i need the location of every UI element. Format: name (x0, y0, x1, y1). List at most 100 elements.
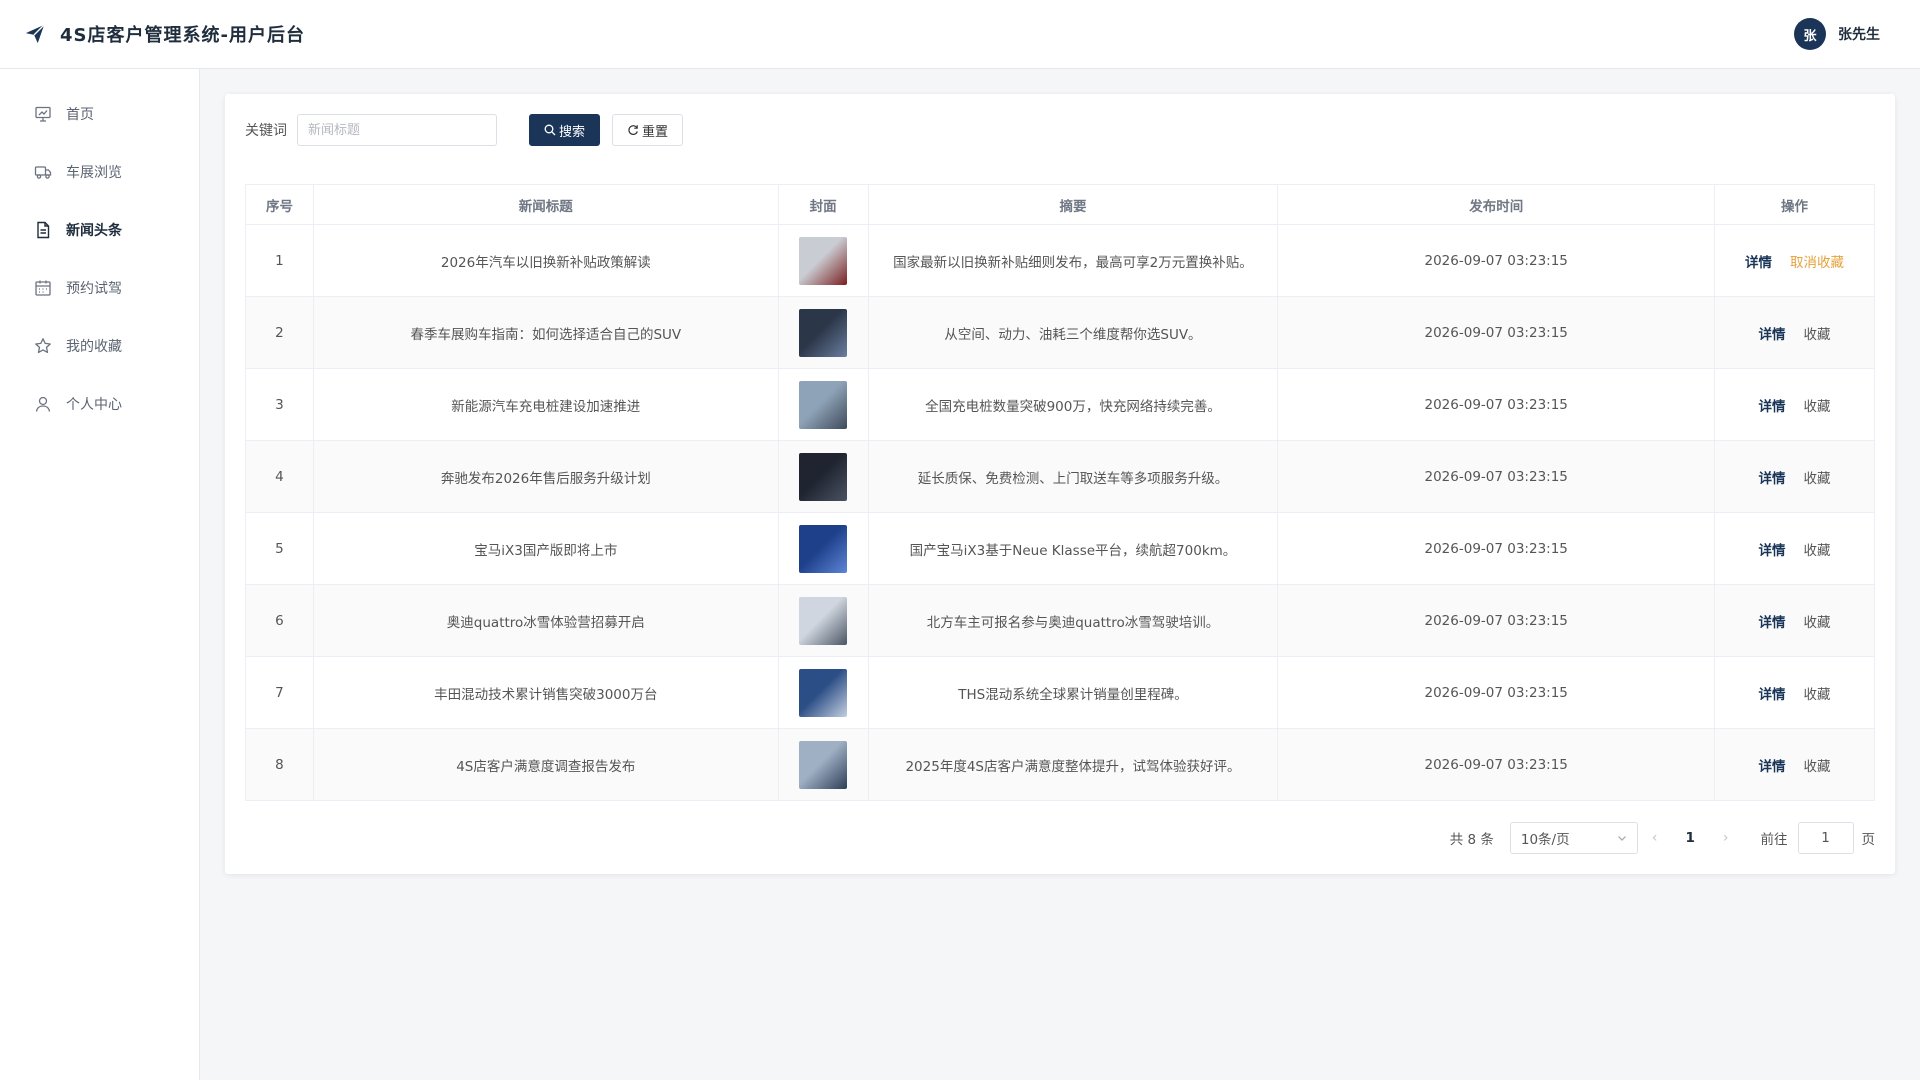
user-icon (34, 395, 52, 413)
sidebar-item-test-drive[interactable]: 预约试驾 (0, 259, 199, 317)
cell-title: 4S店客户满意度调查报告发布 (312, 728, 779, 801)
table-header-row: 序号 新闻标题 封面 摘要 发布时间 操作 (245, 184, 1875, 225)
search-button[interactable]: 搜索 (529, 114, 601, 146)
page-size-value: 10条/页 (1520, 832, 1570, 848)
sidebar-item-label: 车展浏览 (66, 165, 122, 181)
column-header-actions: 操作 (1714, 184, 1875, 225)
cell-index: 2 (245, 296, 314, 369)
page-size-select[interactable]: 10条/页 (1509, 822, 1638, 854)
user-name[interactable]: 张先生 (1838, 24, 1880, 44)
cell-time: 2026-09-07 03:23:15 (1277, 224, 1716, 297)
cell-cover (777, 656, 869, 729)
news-cover-image (799, 308, 848, 357)
sidebar-item-home[interactable]: 首页 (0, 85, 199, 143)
cell-cover (777, 440, 869, 513)
column-header-summary: 摘要 (867, 184, 1279, 225)
news-cover-image (799, 740, 848, 789)
cell-cover (777, 368, 869, 441)
avatar[interactable]: 张 (1794, 18, 1826, 50)
sidebar-item-label: 个人中心 (66, 397, 122, 413)
cell-actions: 详情 收藏 (1714, 512, 1875, 585)
pagination: 共 8 条 10条/页 ‹ 1 › 前往 页 (1450, 822, 1875, 854)
sidebar-item-label: 预约试驾 (66, 281, 122, 297)
cell-summary: 国产宝马iX3基于Neue Klasse平台，续航超700km。 (867, 512, 1279, 585)
cell-actions: 详情 收藏 (1714, 656, 1875, 729)
detail-link[interactable]: 详情 (1759, 615, 1786, 631)
detail-link[interactable]: 详情 (1759, 687, 1786, 703)
cell-title: 丰田混动技术累计销售突破3000万台 (312, 656, 779, 729)
page-number-current[interactable]: 1 (1685, 830, 1694, 846)
news-cover-image (799, 236, 848, 285)
keyword-input[interactable] (297, 114, 497, 146)
cell-time: 2026-09-07 03:23:15 (1277, 368, 1716, 441)
favorite-link[interactable]: 收藏 (1804, 543, 1831, 559)
cell-actions: 详情 收藏 (1714, 728, 1875, 801)
detail-link[interactable]: 详情 (1759, 327, 1786, 343)
brand: 4S店客户管理系统-用户后台 (24, 21, 305, 47)
sidebar-item-car-show[interactable]: 车展浏览 (0, 143, 199, 201)
prev-page-icon[interactable]: ‹ (1652, 830, 1658, 846)
cell-title: 奥迪quattro冰雪体验营招募开启 (312, 584, 779, 657)
cell-time: 2026-09-07 03:23:15 (1277, 584, 1716, 657)
news-cover-image (799, 452, 848, 501)
reset-button[interactable]: 重置 (612, 114, 684, 146)
reset-button-label: 重置 (642, 124, 669, 140)
cell-summary: 2025年度4S店客户满意度整体提升，试驾体验获好评。 (867, 728, 1279, 801)
sidebar-item-profile[interactable]: 个人中心 (0, 375, 199, 433)
cell-actions: 详情 收藏 (1714, 440, 1875, 513)
favorite-link[interactable]: 收藏 (1804, 687, 1831, 703)
sidebar-item-news[interactable]: 新闻头条 (0, 201, 199, 259)
cell-cover (777, 224, 869, 297)
unfavorite-link[interactable]: 取消收藏 (1790, 255, 1844, 271)
news-cover-image (799, 524, 848, 573)
table-row: 5 宝马iX3国产版即将上市 国产宝马iX3基于Neue Klasse平台，续航超7… (245, 512, 1875, 585)
sidebar: 首页 车展浏览 新闻头条 预约试驾 我的收藏 个人中心 (0, 69, 200, 1080)
table-row: 4 奔驰发布2026年售后服务升级计划 延长质保、免费检测、上门取送车等多项服务升级… (245, 440, 1875, 513)
detail-link[interactable]: 详情 (1759, 543, 1786, 559)
cell-cover (777, 512, 869, 585)
favorite-link[interactable]: 收藏 (1804, 615, 1831, 631)
cell-time: 2026-09-07 03:23:15 (1277, 512, 1716, 585)
star-icon (34, 337, 52, 355)
goto-suffix: 页 (1861, 832, 1876, 848)
cell-summary: 北方车主可报名参与奥迪quattro冰雪驾驶培训。 (867, 584, 1279, 657)
document-icon (34, 221, 52, 239)
cell-title: 2026年汽车以旧换新补贴政策解读 (312, 224, 779, 297)
sidebar-item-label: 我的收藏 (66, 339, 122, 355)
cell-summary: 从空间、动力、油耗三个维度帮你选SUV。 (867, 296, 1279, 369)
column-header-time: 发布时间 (1277, 184, 1716, 225)
goto-page-input[interactable] (1797, 822, 1854, 854)
news-table: 序号 新闻标题 封面 摘要 发布时间 操作 1 2026年汽车以旧换新补贴政策解读… (245, 184, 1875, 801)
user-menu[interactable]: 张 张先生 (1794, 18, 1880, 50)
detail-link[interactable]: 详情 (1745, 255, 1772, 271)
cell-time: 2026-09-07 03:23:15 (1277, 656, 1716, 729)
goto-label: 前往 (1760, 832, 1788, 848)
cell-index: 8 (245, 728, 314, 801)
refresh-icon (627, 124, 639, 136)
news-cover-image (799, 380, 848, 429)
favorite-link[interactable]: 收藏 (1804, 399, 1831, 415)
table-row: 3 新能源汽车充电桩建设加速推进 全国充电桩数量突破900万，快充网络持续完善。 20… (245, 368, 1875, 441)
cell-time: 2026-09-07 03:23:15 (1277, 296, 1716, 369)
detail-link[interactable]: 详情 (1759, 759, 1786, 775)
favorite-link[interactable]: 收藏 (1804, 759, 1831, 775)
favorite-link[interactable]: 收藏 (1804, 471, 1831, 487)
app-title: 4S店客户管理系统-用户后台 (60, 25, 305, 46)
table-row: 1 2026年汽车以旧换新补贴政策解读 国家最新以旧换新补贴细则发布，最高可享2万元… (245, 224, 1875, 297)
chevron-down-icon (1617, 833, 1627, 843)
cell-time: 2026-09-07 03:23:15 (1277, 728, 1716, 801)
news-card: 关键词 搜索 重置 序号 新闻标题 封面 摘要 发布时间 操作 12 (225, 94, 1895, 874)
next-page-icon[interactable]: › (1723, 830, 1729, 846)
sidebar-item-favorites[interactable]: 我的收藏 (0, 317, 199, 375)
detail-link[interactable]: 详情 (1759, 399, 1786, 415)
cell-actions: 详情 收藏 (1714, 584, 1875, 657)
cell-title: 奔驰发布2026年售后服务升级计划 (312, 440, 779, 513)
cell-index: 6 (245, 584, 314, 657)
column-header-cover: 封面 (777, 184, 869, 225)
detail-link[interactable]: 详情 (1759, 471, 1786, 487)
cell-index: 7 (245, 656, 314, 729)
favorite-link[interactable]: 收藏 (1804, 327, 1831, 343)
cell-actions: 详情 取消收藏 (1714, 224, 1875, 297)
cell-index: 4 (245, 440, 314, 513)
calendar-icon (34, 279, 52, 297)
